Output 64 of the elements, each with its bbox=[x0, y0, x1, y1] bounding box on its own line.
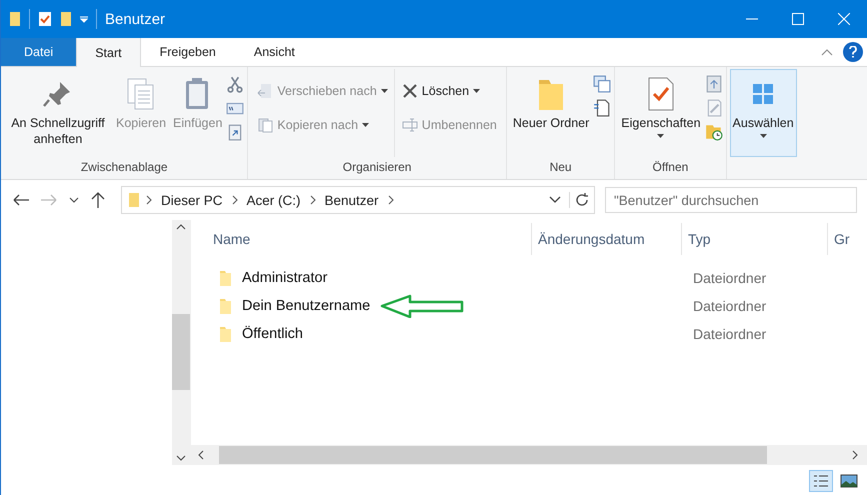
folder-icon bbox=[219, 270, 232, 286]
minimize-icon bbox=[746, 18, 758, 20]
scroll-right-icon[interactable] bbox=[851, 450, 859, 460]
group-label: Zwischenablage bbox=[80, 159, 169, 176]
ribbon-tab[interactable]: Start bbox=[76, 38, 141, 67]
group-label: Neu bbox=[548, 159, 573, 176]
ribbon-button[interactable]: Eigenschaften bbox=[618, 69, 704, 157]
chevron-icon[interactable] bbox=[146, 195, 152, 205]
recent-button[interactable] bbox=[67, 195, 81, 205]
chevron-icon[interactable] bbox=[232, 195, 238, 205]
ribbon-button[interactable]: An Schnellzugriff anheften bbox=[4, 69, 112, 157]
checklist-icon[interactable] bbox=[38, 11, 52, 27]
column-header[interactable]: Änderungsdatum bbox=[531, 223, 681, 255]
group-label: Organisieren bbox=[342, 159, 412, 176]
file-name[interactable]: Dein Benutzername bbox=[242, 298, 370, 314]
horizontal-scrollbar[interactable] bbox=[191, 445, 867, 465]
maximize-icon bbox=[792, 13, 804, 25]
close-icon bbox=[838, 13, 850, 25]
rename-icon bbox=[402, 117, 418, 133]
scroll-left-icon[interactable] bbox=[197, 450, 205, 460]
column-header[interactable]: Name bbox=[213, 223, 531, 255]
scroll-down-icon[interactable] bbox=[176, 455, 186, 461]
dropdown-icon[interactable] bbox=[549, 196, 561, 204]
group-label: Öffnen bbox=[652, 159, 690, 176]
collapse-icon[interactable] bbox=[821, 48, 833, 56]
document-icon[interactable] bbox=[593, 99, 612, 117]
file-tab[interactable]: Datei bbox=[1, 38, 76, 66]
details-view-button[interactable] bbox=[809, 470, 833, 492]
window-title: Benutzer bbox=[105, 10, 166, 28]
breadcrumb[interactable]: Acer (C:) bbox=[244, 192, 304, 208]
folder-icon[interactable] bbox=[9, 11, 21, 27]
list-icon bbox=[813, 474, 829, 488]
breadcrumb[interactable]: Benutzer bbox=[322, 192, 382, 208]
file-name[interactable]: Öffentlich bbox=[242, 326, 303, 342]
copy-icon bbox=[257, 117, 274, 133]
file-type: Dateiordner bbox=[692, 298, 768, 314]
ribbon-button[interactable]: Neuer Ordner bbox=[510, 69, 592, 157]
search-field[interactable]: "Benutzer" durchsuchen bbox=[605, 187, 857, 213]
folder-icon bbox=[219, 298, 232, 314]
scissors-icon[interactable] bbox=[226, 75, 244, 93]
vertical-scrollbar[interactable] bbox=[172, 220, 191, 465]
help-icon[interactable] bbox=[843, 42, 863, 62]
back-button[interactable] bbox=[11, 192, 31, 208]
chevron-icon[interactable] bbox=[310, 195, 316, 205]
folder-icon[interactable] bbox=[60, 11, 72, 27]
chevron-icon[interactable] bbox=[388, 195, 394, 205]
ribbon-button[interactable]: Auswählen bbox=[730, 69, 797, 157]
close-icon bbox=[402, 83, 418, 99]
breadcrumb[interactable]: Dieser PC bbox=[158, 192, 226, 208]
file-type: Dateiordner bbox=[692, 326, 768, 342]
move-icon bbox=[257, 83, 274, 99]
open-icon[interactable] bbox=[704, 75, 723, 93]
column-header[interactable]: Typ bbox=[681, 223, 827, 255]
ribbon-button[interactable]: Löschen bbox=[400, 81, 499, 101]
new-item-icon[interactable] bbox=[593, 75, 612, 93]
folder-icon bbox=[219, 326, 232, 342]
image-icon bbox=[840, 474, 858, 488]
scroll-up-icon[interactable] bbox=[176, 224, 186, 230]
clock-icon[interactable] bbox=[704, 123, 723, 141]
column-header[interactable]: Gr bbox=[827, 223, 867, 255]
up-button[interactable] bbox=[89, 190, 107, 210]
folder-icon bbox=[128, 192, 140, 208]
file-name[interactable]: Administrator bbox=[242, 270, 328, 286]
file-type: Dateiordner bbox=[692, 270, 768, 286]
